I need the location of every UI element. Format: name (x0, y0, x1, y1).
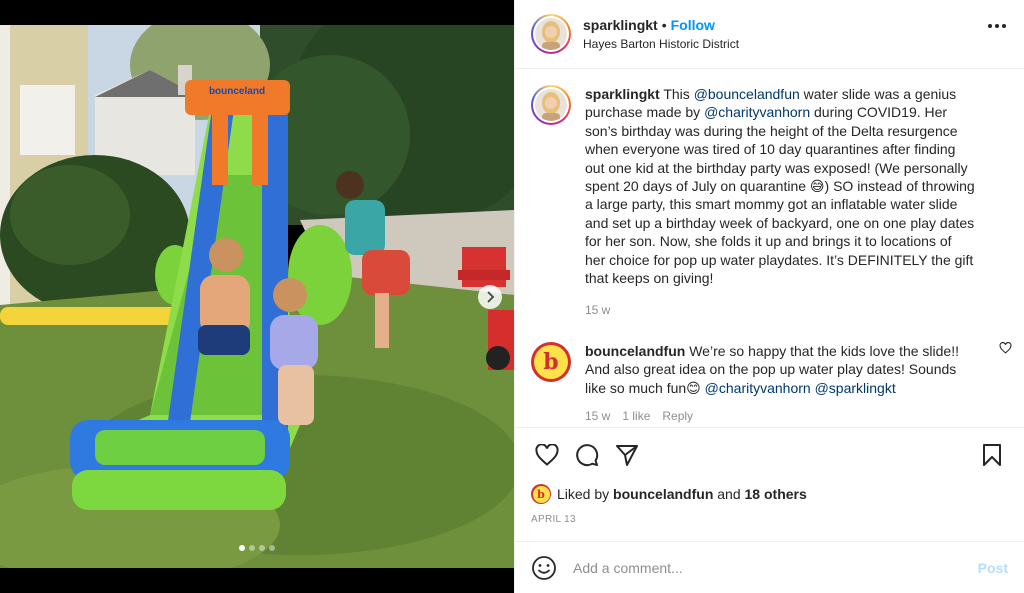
post-comment-button[interactable]: Post (978, 560, 1008, 576)
emoji-smile-icon[interactable] (531, 555, 557, 581)
comment-meta: 15 w 1 like Reply (585, 407, 975, 425)
reply-button[interactable]: Reply (662, 407, 693, 425)
author-username[interactable]: sparklingkt (583, 17, 658, 33)
follow-button[interactable]: Follow (671, 17, 715, 33)
backyard-water-slide-photo: bounceland (0, 25, 514, 568)
mention-link[interactable]: @sparklingkt (815, 380, 896, 396)
commenter-avatar[interactable]: b (531, 341, 571, 382)
other-likers-link[interactable]: 18 others (745, 486, 807, 502)
comments-area: sparklingkt This @bouncelandfun water sl… (515, 69, 1024, 427)
slide-logo: bounceland (209, 86, 265, 97)
comment-like-count[interactable]: 1 like (622, 407, 650, 425)
comment-like-heart-icon[interactable] (999, 341, 1012, 354)
likes-summary: b Liked by bouncelandfun and 18 others (515, 481, 1024, 507)
like-button[interactable] (527, 435, 567, 475)
carousel-dot (259, 545, 265, 551)
liker-username[interactable]: bouncelandfun (613, 486, 713, 502)
carousel-dot (239, 545, 245, 551)
author-avatar[interactable] (531, 14, 571, 54)
post-actions-bar (515, 427, 1024, 481)
post-date[interactable]: APRIL 13 (515, 507, 1024, 531)
bookmark-icon (983, 443, 1001, 466)
caption-timestamp[interactable]: 15 w (585, 301, 975, 319)
author-avatar-photo (535, 18, 567, 50)
liker-avatar[interactable]: b (531, 484, 551, 504)
chevron-right-icon (487, 291, 495, 303)
carousel-next-button[interactable] (478, 285, 502, 309)
mention-link[interactable]: @charityvanhorn (705, 380, 811, 396)
carousel-dot (249, 545, 255, 551)
comment-text: bouncelandfun We’re so happy that the ki… (585, 342, 975, 426)
post-sidebar: sparklingkt • Follow Hayes Barton Histor… (514, 0, 1024, 593)
heart-icon (535, 443, 559, 466)
carousel-dot (269, 545, 275, 551)
caption-avatar-photo (535, 89, 567, 121)
paper-plane-icon (616, 444, 638, 466)
post-header: sparklingkt • Follow Hayes Barton Histor… (515, 0, 1024, 69)
post-photo[interactable]: bounceland (0, 25, 514, 568)
comment-timestamp[interactable]: 15 w (585, 407, 610, 425)
commenter-username[interactable]: bouncelandfun (585, 343, 685, 359)
comment-item: b bouncelandfun We’re so happy that the … (531, 341, 1012, 426)
carousel-indicator (0, 545, 514, 551)
mention-link[interactable]: @bouncelandfun (694, 86, 800, 102)
mention-link[interactable]: @charityvanhorn (704, 104, 810, 120)
comment-input[interactable] (573, 559, 978, 576)
caption-username[interactable]: sparklingkt (585, 86, 660, 102)
caption-text: sparklingkt This @bouncelandfun water sl… (585, 85, 975, 320)
comment-bubble-icon (576, 443, 599, 466)
save-button[interactable] (972, 435, 1012, 475)
add-comment-bar: Post (515, 541, 1024, 593)
comment-button[interactable] (567, 435, 607, 475)
share-button[interactable] (607, 435, 647, 475)
separator-dot: • (661, 17, 667, 33)
caption: sparklingkt This @bouncelandfun water sl… (531, 85, 1008, 320)
more-options-icon[interactable] (988, 24, 1006, 28)
post-location[interactable]: Hayes Barton Historic District (583, 37, 739, 51)
post-media: bounceland (0, 0, 514, 593)
caption-avatar[interactable] (531, 85, 571, 125)
